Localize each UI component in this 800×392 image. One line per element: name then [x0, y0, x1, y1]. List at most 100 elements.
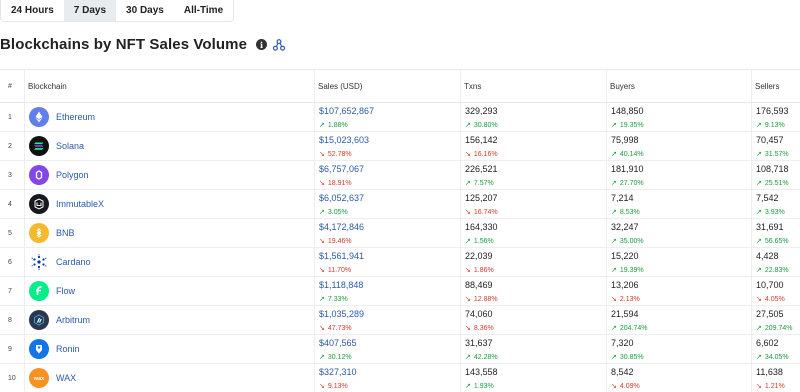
buyers-cell: 21,594 ↗ 204.74%	[606, 306, 750, 334]
sales-change: ↘ 47.73%	[319, 324, 352, 333]
sellers-change-value: 56.65%	[764, 237, 789, 245]
blockchain-cell[interactable]: Flow	[24, 277, 312, 305]
buyers-value: 181,910	[611, 164, 644, 174]
blockchain-name-link[interactable]: BNB	[56, 228, 75, 238]
sales-value[interactable]: $1,118,848	[319, 280, 363, 290]
buyers-cell: 13,206 ↘ 2.13%	[606, 277, 750, 305]
sellers-change-value: 25.51%	[764, 179, 789, 187]
trend-down-icon: ↘	[319, 267, 325, 274]
blockchain-cell[interactable]: Ethereum	[24, 103, 312, 131]
table-row[interactable]: 3 Polygon $6,757,067 ↘ 18.91% 226,521 ↗ …	[0, 161, 800, 190]
sales-value[interactable]: $1,035,289	[319, 309, 364, 319]
blockchain-cell[interactable]: ImmutableX	[24, 190, 312, 218]
tab-7-days[interactable]: 7 Days	[63, 0, 117, 21]
txns-cell: 31,637 ↗ 42.28%	[460, 335, 604, 363]
sellers-change: ↗ 3.93%	[756, 208, 785, 217]
trend-down-icon: ↘	[319, 180, 325, 187]
txns-change: ↘ 1.86%	[465, 266, 494, 275]
table-row[interactable]: 5 BNB $4,172,846 ↘ 19.46% 164,330 ↗ 1.56…	[0, 219, 800, 248]
tab-30-days[interactable]: 30 Days	[116, 0, 174, 21]
sales-value[interactable]: $1,561,941	[319, 251, 364, 261]
sales-value[interactable]: $327,310	[319, 367, 357, 377]
blockchain-cell[interactable]: Ronin	[24, 335, 312, 363]
sales-cell: $327,310 ↘ 9.13%	[314, 364, 458, 392]
blockchain-cell[interactable]: Cardano	[24, 248, 312, 276]
trend-up-icon: ↗	[756, 354, 762, 361]
blockchain-name-link[interactable]: Solana	[56, 141, 84, 151]
trend-up-icon: ↗	[756, 238, 762, 245]
blockchain-name-link[interactable]: Ethereum	[56, 112, 95, 122]
blockchain-name-link[interactable]: Polygon	[56, 170, 89, 180]
table-row[interactable]: 4 ImmutableX $6,052,637 ↗ 3.05% 125,207 …	[0, 190, 800, 219]
trend-up-icon: ↗	[465, 238, 471, 245]
txns-value: 31,637	[465, 338, 493, 348]
row-rank: 8	[8, 316, 12, 324]
txns-change: ↗ 1.56%	[465, 237, 494, 246]
blockchain-name-link[interactable]: Ronin	[56, 344, 80, 354]
tab-24-hours[interactable]: 24 Hours	[1, 0, 64, 21]
sales-change-value: 18.91%	[327, 179, 352, 187]
buyers-cell: 7,214 ↗ 8.53%	[606, 190, 750, 218]
time-range-tabs: 24 Hours 7 Days 30 Days All-Time	[0, 0, 235, 22]
table-row[interactable]: 6 Cardano $1,561,941 ↘ 11.70% 22,039 ↘ 1…	[0, 248, 800, 277]
blockchain-name-link[interactable]: Cardano	[56, 257, 91, 267]
sales-value[interactable]: $4,172,846	[319, 222, 364, 232]
sales-value[interactable]: $407,565	[319, 338, 357, 348]
sales-value[interactable]: $107,652,867	[319, 106, 374, 116]
sellers-change: ↗ 34.05%	[756, 353, 789, 362]
buyers-cell: 8,542 ↘ 4.09%	[606, 364, 750, 392]
blockchain-name-link[interactable]: Arbitrum	[56, 315, 90, 325]
blockchain-cell[interactable]: wax WAX	[24, 364, 312, 392]
table-row[interactable]: 7 Flow $1,118,848 ↗ 7.33% 88,469 ↘ 12.88…	[0, 277, 800, 306]
tab-all-time[interactable]: All-Time	[174, 0, 233, 21]
sellers-cell: 6,602 ↗ 34.05%	[751, 335, 800, 363]
header-sales[interactable]: Sales (USD)	[314, 70, 458, 102]
table-row[interactable]: 1 Ethereum $107,652,867 ↗ 1.88% 329,293 …	[0, 103, 800, 132]
header-blockchain[interactable]: Blockchain	[24, 70, 312, 102]
blockchain-name-link[interactable]: WAX	[56, 373, 76, 383]
txns-cell: 125,207 ↘ 16.74%	[460, 190, 604, 218]
trend-up-icon: ↗	[465, 180, 471, 187]
blockchain-cell[interactable]: Solana	[24, 132, 312, 160]
sales-value[interactable]: $6,757,067	[319, 164, 364, 174]
share-icon[interactable]	[273, 38, 286, 51]
sellers-value: 31,691	[756, 222, 784, 232]
buyers-change: ↘ 2.13%	[611, 295, 640, 304]
sellers-cell: 27,505 ↗ 209.74%	[751, 306, 800, 334]
blockchain-name-link[interactable]: Flow	[56, 286, 75, 296]
buyers-change: ↗ 35.00%	[611, 237, 644, 246]
table-row[interactable]: 2 Solana $15,023,603 ↘ 52.78% 156,142 ↘ …	[0, 132, 800, 161]
table-row[interactable]: 10 wax WAX $327,310 ↘ 9.13% 143,558 ↗ 1.…	[0, 364, 800, 392]
buyers-value: 8,542	[611, 367, 634, 377]
buyers-change-value: 19.39%	[619, 266, 644, 274]
blockchain-cell[interactable]: Polygon	[24, 161, 312, 189]
table-row[interactable]: 9 Ronin $407,565 ↗ 30.12% 31,637 ↗ 42.28…	[0, 335, 800, 364]
sellers-change-value: 4.05%	[764, 295, 785, 303]
header-buyers[interactable]: Buyers	[606, 70, 750, 102]
immutablex-logo-icon	[29, 194, 49, 214]
txns-change: ↗ 7.57%	[465, 179, 494, 188]
buyers-cell: 181,910 ↗ 27.70%	[606, 161, 750, 189]
txns-value: 125,207	[465, 193, 498, 203]
txns-change-value: 1.56%	[473, 237, 494, 245]
sellers-change-value: 209.74%	[764, 324, 793, 332]
info-icon[interactable]: i	[256, 39, 268, 50]
sellers-value: 176,593	[756, 106, 789, 116]
trend-down-icon: ↘	[465, 151, 471, 158]
header-sellers[interactable]: Sellers	[751, 70, 800, 102]
sales-value[interactable]: $15,023,603	[319, 135, 369, 145]
bnb-logo-icon	[29, 223, 49, 243]
blockchain-cell[interactable]: BNB	[24, 219, 312, 247]
blockchain-name-link[interactable]: ImmutableX	[56, 199, 104, 209]
txns-value: 22,039	[465, 251, 493, 261]
table-row[interactable]: 8 Arbitrum $1,035,289 ↘ 47.73% 74,060 ↘ …	[0, 306, 800, 335]
trend-up-icon: ↗	[465, 354, 471, 361]
sales-value[interactable]: $6,052,637	[319, 193, 364, 203]
buyers-change: ↗ 204.74%	[611, 324, 648, 333]
buyers-change-value: 8.53%	[619, 208, 640, 216]
header-txns[interactable]: Txns	[460, 70, 604, 102]
blockchain-cell[interactable]: Arbitrum	[24, 306, 312, 334]
trend-up-icon: ↗	[611, 354, 617, 361]
sales-change-value: 30.12%	[327, 353, 352, 361]
table-header: # Blockchain Sales (USD) Txns Buyers Sel…	[0, 70, 800, 103]
